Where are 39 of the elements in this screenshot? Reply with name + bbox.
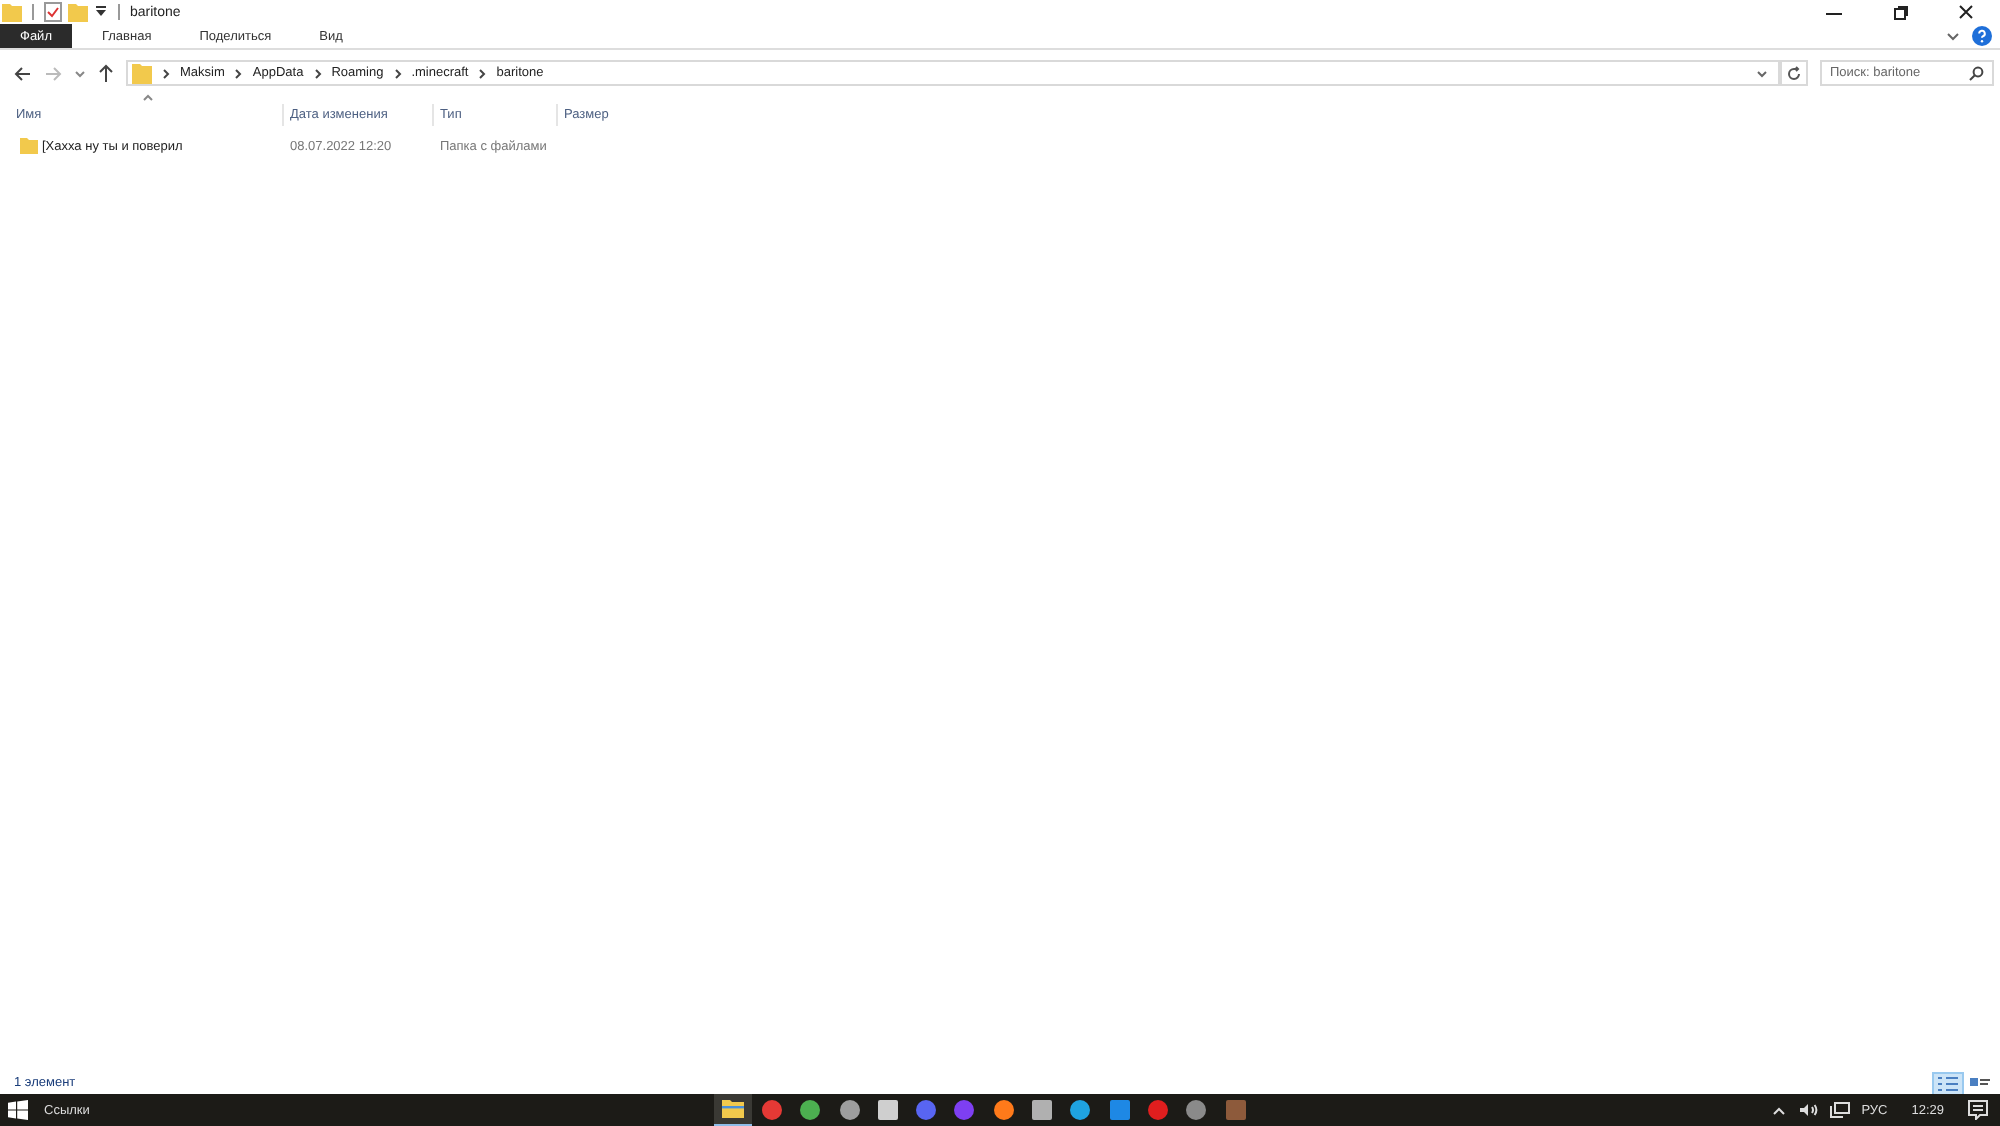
circle-icon — [839, 1100, 860, 1120]
circle-icon — [954, 1100, 975, 1120]
circle-icon — [800, 1100, 821, 1120]
search-icon — [1968, 65, 1984, 81]
circle-icon — [1186, 1100, 1207, 1120]
chevron-right-icon[interactable] — [234, 67, 243, 79]
circle-icon — [761, 1100, 782, 1120]
square-icon — [877, 1100, 898, 1120]
chevron-right-icon[interactable] — [162, 67, 170, 79]
refresh-button[interactable] — [1780, 60, 1808, 86]
square-icon — [1225, 1100, 1245, 1120]
notification-icon[interactable] — [1968, 1100, 1988, 1120]
properties-icon[interactable] — [44, 2, 62, 22]
up-arrow-icon[interactable] — [98, 64, 114, 82]
folder-icon — [20, 138, 38, 154]
circle-icon — [1070, 1100, 1091, 1120]
chevron-down-icon[interactable] — [74, 69, 86, 77]
taskbar-button[interactable] — [714, 1094, 753, 1126]
speaker-icon[interactable] — [1797, 1102, 1818, 1118]
back-arrow-icon[interactable] — [14, 65, 32, 81]
folder-icon — [132, 62, 152, 84]
help-icon[interactable] — [1972, 26, 1992, 46]
start-icon[interactable] — [8, 1100, 28, 1120]
folder-icon — [722, 1100, 745, 1118]
chevron-down-icon[interactable] — [1946, 31, 1960, 41]
chevron-right-icon[interactable] — [393, 67, 402, 79]
circle-icon — [1147, 1100, 1168, 1120]
chevron-down-icon[interactable] — [1756, 69, 1768, 77]
sort-caret-icon — [142, 94, 154, 102]
circle-icon — [916, 1100, 937, 1120]
network-icon[interactable] — [1829, 1102, 1850, 1118]
chevron-right-icon[interactable] — [313, 67, 322, 79]
dropdown-icon[interactable] — [94, 5, 108, 19]
square-icon — [1109, 1100, 1130, 1120]
caret-up-icon[interactable] — [1771, 1105, 1786, 1115]
refresh-icon — [1786, 65, 1802, 81]
square-icon — [1032, 1100, 1053, 1120]
chevron-right-icon[interactable] — [478, 67, 487, 79]
circle-icon — [993, 1100, 1014, 1120]
